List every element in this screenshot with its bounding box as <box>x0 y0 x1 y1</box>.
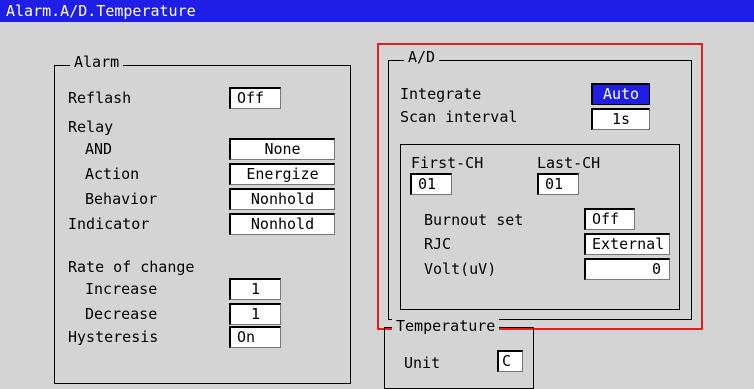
integrate-field[interactable]: Auto <box>591 83 650 105</box>
rjc-field[interactable]: External <box>584 233 670 255</box>
indicator-label: Indicator <box>68 215 150 233</box>
unit-label: Unit <box>404 354 441 372</box>
window-title: Alarm.A/D.Temperature <box>0 0 754 22</box>
rate-of-change-label: Rate of change <box>68 258 195 276</box>
burnout-set-field[interactable]: Off <box>584 208 635 230</box>
last-ch-field[interactable]: 01 <box>537 173 579 195</box>
relay-action-label: Action <box>85 165 140 183</box>
scan-interval-label: Scan interval <box>400 108 518 126</box>
hysteresis-label: Hysteresis <box>68 328 159 346</box>
rjc-label: RJC <box>424 235 452 253</box>
decrease-field[interactable]: 1 <box>229 303 281 325</box>
increase-label: Increase <box>85 280 158 298</box>
last-ch-label: Last-CH <box>537 154 601 172</box>
first-ch-field[interactable]: 01 <box>410 173 452 195</box>
scan-interval-field[interactable]: 1s <box>591 108 650 130</box>
first-ch-label: First-CH <box>411 154 484 172</box>
reflash-label: Reflash <box>68 89 132 107</box>
volt-field[interactable]: 0 <box>584 258 670 280</box>
unit-field[interactable]: C <box>497 350 523 372</box>
relay-label: Relay <box>68 118 114 136</box>
relay-behavior-label: Behavior <box>85 190 158 208</box>
burnout-set-label: Burnout set <box>424 211 524 229</box>
volt-label: Volt(uV) <box>424 260 497 278</box>
ad-legend: A/D <box>404 49 440 65</box>
integrate-label: Integrate <box>400 85 482 103</box>
decrease-label: Decrease <box>85 305 158 323</box>
temperature-legend: Temperature <box>392 318 500 334</box>
relay-and-field[interactable]: None <box>229 138 335 160</box>
alarm-legend: Alarm <box>70 54 124 70</box>
hysteresis-field[interactable]: On <box>229 326 281 348</box>
relay-and-label: AND <box>85 140 113 158</box>
increase-field[interactable]: 1 <box>229 278 281 300</box>
relay-action-field[interactable]: Energize <box>229 163 335 185</box>
relay-behavior-field[interactable]: Nonhold <box>229 188 335 210</box>
settings-panel: Alarm Reflash Off Relay AND None Action … <box>0 22 754 389</box>
reflash-field[interactable]: Off <box>229 87 281 109</box>
indicator-field[interactable]: Nonhold <box>229 213 335 235</box>
